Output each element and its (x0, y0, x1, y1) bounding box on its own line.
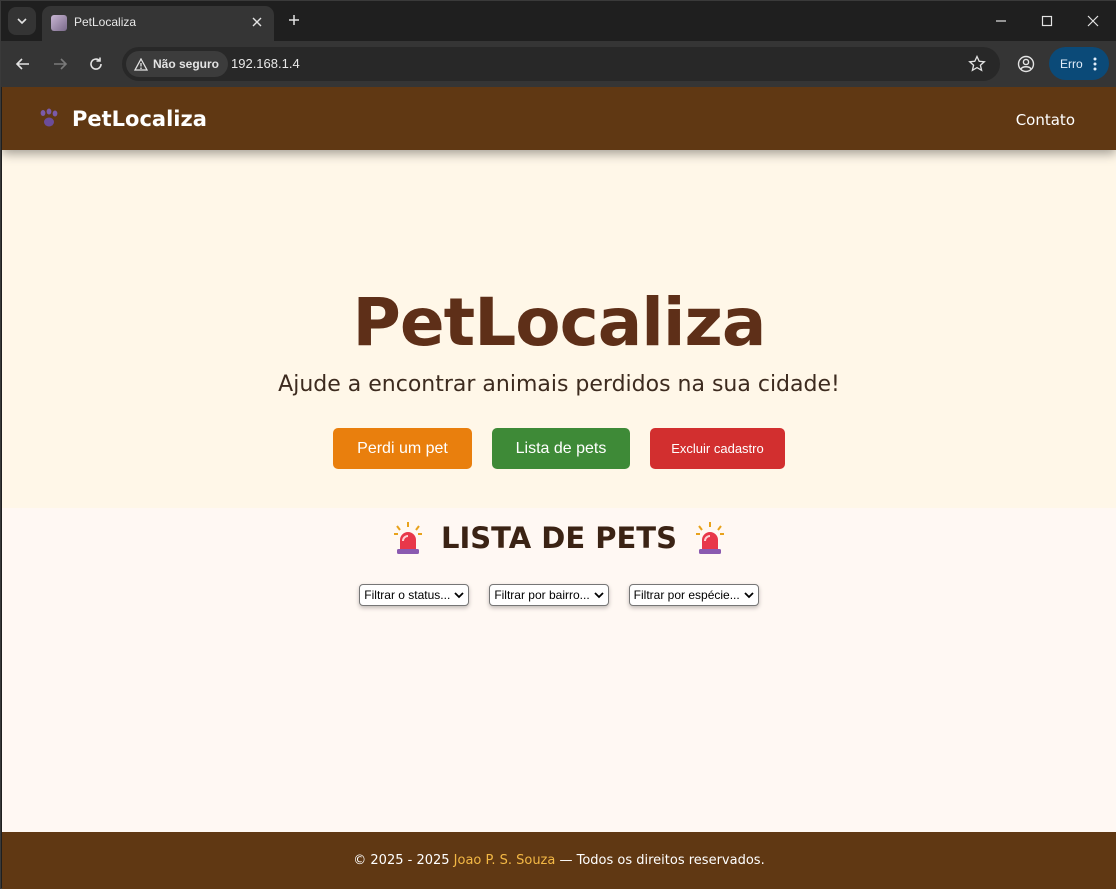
maximize-icon (1041, 15, 1053, 27)
profile-error-button[interactable]: Erro (1049, 47, 1109, 80)
site-header: PetLocaliza Contato (2, 87, 1116, 150)
new-tab-button[interactable] (284, 10, 304, 30)
footer-author: Joao P. S. Souza (453, 853, 556, 868)
brand-name: PetLocaliza (72, 107, 207, 131)
chevron-down-icon (744, 592, 754, 599)
pet-list-heading: LISTA DE PETS (2, 521, 1116, 555)
plus-icon (289, 15, 299, 25)
warning-icon (134, 57, 148, 71)
profile-button[interactable] (1014, 52, 1038, 76)
security-chip[interactable]: Não seguro (126, 51, 229, 77)
minimize-button[interactable] (988, 9, 1014, 33)
browser-window: PetLocaliza Não seguro 192.168.1.4 Erro … (0, 0, 1116, 889)
profile-error-label: Erro (1060, 56, 1083, 71)
chevron-down-icon (17, 18, 27, 25)
brand-link[interactable]: PetLocaliza (36, 107, 207, 131)
lost-pet-button[interactable]: Perdi um pet (333, 428, 472, 469)
more-vert-icon (1093, 57, 1097, 70)
species-filter-value: Filtrar por espécie... (633, 588, 740, 602)
hero-section: PetLocaliza Ajude a encontrar animais pe… (2, 150, 1116, 508)
web-page: PetLocaliza Contato PetLocaliza Ajude a … (2, 87, 1116, 889)
reload-button[interactable] (84, 52, 108, 76)
arrow-right-icon (54, 58, 68, 70)
hero-title: PetLocaliza (352, 284, 767, 361)
tab-title: PetLocaliza (74, 15, 137, 29)
tab-search-button[interactable] (8, 7, 36, 35)
security-label: Não seguro (153, 57, 220, 71)
close-icon (252, 17, 262, 27)
pet-list-button[interactable]: Lista de pets (492, 428, 630, 469)
reload-icon (90, 57, 102, 70)
status-filter-value: Filtrar o status... (364, 588, 451, 602)
minimize-icon (996, 20, 1006, 22)
tab-close-button[interactable] (249, 14, 265, 30)
hero-subtitle: Ajude a encontrar animais perdidos na su… (278, 372, 840, 397)
species-filter-select[interactable]: Filtrar por espécie... (628, 584, 759, 606)
browser-toolbar: Não seguro 192.168.1.4 (1, 41, 1116, 87)
address-bar[interactable]: Não seguro 192.168.1.4 (122, 47, 1000, 81)
pet-list-title: LISTA DE PETS (441, 521, 677, 555)
browser-tab[interactable]: PetLocaliza (42, 6, 274, 41)
footer-prefix: © 2025 - 2025 (353, 853, 454, 868)
tab-strip: PetLocaliza (1, 1, 1116, 41)
maximize-button[interactable] (1034, 9, 1060, 33)
url-text[interactable]: 192.168.1.4 (231, 56, 300, 71)
close-icon (1087, 15, 1099, 27)
site-footer: © 2025 - 2025 Joao P. S. Souza — Todos o… (2, 832, 1116, 889)
neighborhood-filter-value: Filtrar por bairro... (494, 588, 590, 602)
footer-suffix: — Todos os direitos reservados. (555, 853, 765, 868)
chevron-down-icon (594, 592, 604, 599)
arrow-left-icon (15, 58, 29, 70)
favicon-icon (51, 15, 67, 31)
paw-icon (40, 108, 58, 127)
siren-icon (394, 522, 423, 554)
delete-account-button[interactable]: Excluir cadastro (650, 428, 785, 469)
bookmark-star-icon[interactable] (968, 55, 986, 73)
siren-icon (695, 522, 724, 554)
account-circle-icon (1017, 55, 1035, 73)
neighborhood-filter-select[interactable]: Filtrar por bairro... (489, 584, 609, 606)
forward-button[interactable] (48, 52, 72, 76)
back-button[interactable] (11, 52, 35, 76)
chevron-down-icon (454, 592, 464, 599)
close-window-button[interactable] (1080, 9, 1106, 33)
filter-bar: Filtrar o status... Filtrar por bairro..… (2, 584, 1116, 606)
status-filter-select[interactable]: Filtrar o status... (359, 584, 470, 606)
nav-contato-link[interactable]: Contato (1016, 111, 1075, 129)
